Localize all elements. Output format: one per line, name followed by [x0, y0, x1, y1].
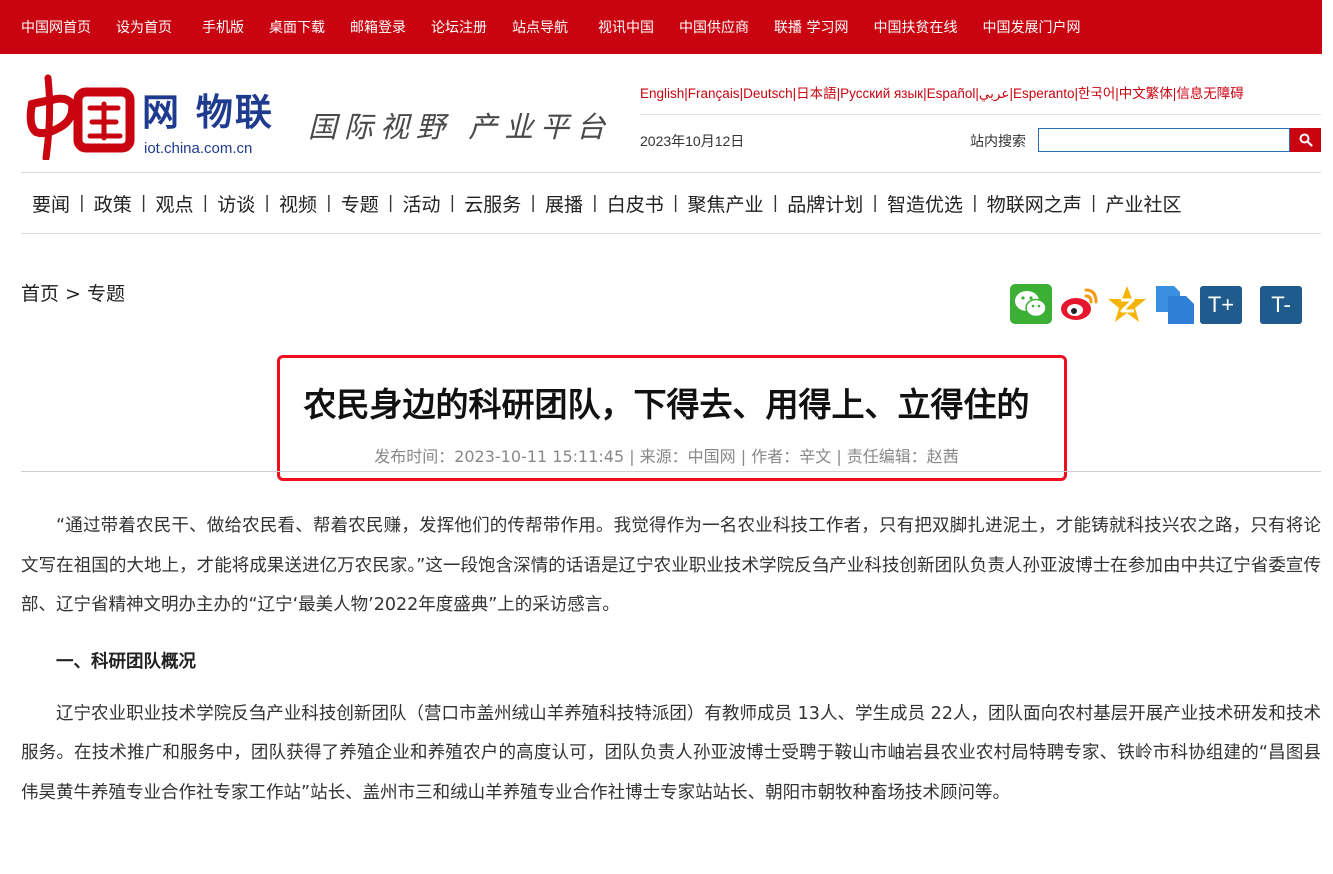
- title-highlight-box: [277, 355, 1067, 481]
- nav-item-topics[interactable]: 专题: [341, 190, 379, 217]
- nav-item-showcase[interactable]: 展播: [545, 190, 583, 217]
- lang-french[interactable]: Français: [688, 86, 740, 101]
- search-input[interactable]: [1038, 128, 1290, 152]
- current-date: 2023年10月12日: [640, 133, 745, 149]
- header-divider: [640, 114, 1321, 115]
- breadcrumb-separator: >: [59, 283, 88, 305]
- top-link-china-supplier[interactable]: 中国供应商: [679, 17, 749, 37]
- lang-german[interactable]: Deutsch: [743, 86, 793, 101]
- lang-spanish[interactable]: Español: [927, 86, 976, 101]
- search-button[interactable]: [1290, 128, 1321, 152]
- logo-iot-name: 网 物联: [142, 91, 274, 134]
- nav-item-iot-voice[interactable]: 物联网之声: [987, 190, 1082, 217]
- nav-item-industry-focus[interactable]: 聚焦产业: [688, 190, 764, 217]
- top-red-bar: 中国网首页 设为首页 手机版 桌面下载 邮箱登录 论坛注册 站点导航 视讯中国 …: [0, 0, 1322, 54]
- weibo-icon: [1061, 288, 1098, 320]
- top-links: 中国网首页 设为首页 手机版 桌面下载 邮箱登录 论坛注册 站点导航 视讯中国 …: [21, 0, 1105, 54]
- nav-item-video[interactable]: 视频: [279, 190, 317, 217]
- article-body: “通过带着农民干、做给农民看、帮着农民赚，发挥他们的传帮带作用。我觉得作为一名农…: [21, 507, 1321, 813]
- lang-russian[interactable]: Русский язык: [840, 86, 923, 101]
- wechat-share-icon[interactable]: [1010, 284, 1052, 324]
- article-section-heading: 一、科研团队概况: [56, 651, 196, 672]
- main-nav: 要闻 | 政策 | 观点 | 访谈 | 视频 | 专题 | 活动 | 云服务 | 展播 | 白皮书…: [21, 173, 1321, 233]
- nav-bottom-divider: [21, 233, 1321, 234]
- nav-item-opinion[interactable]: 观点: [156, 190, 194, 217]
- lang-accessibility[interactable]: 信息无障碍: [1176, 86, 1244, 101]
- nav-item-interview[interactable]: 访谈: [217, 190, 255, 217]
- top-link-set-home[interactable]: 设为首页: [116, 17, 172, 37]
- qzone-star-icon: [1108, 286, 1146, 322]
- breadcrumb-current[interactable]: 专题: [87, 283, 125, 305]
- top-link-lianbo-study[interactable]: 联播 学习网: [774, 17, 848, 37]
- top-link-site-nav[interactable]: 站点导航: [512, 17, 568, 37]
- weibo-share-icon[interactable]: [1058, 284, 1100, 324]
- font-increase-button[interactable]: T+: [1200, 286, 1242, 324]
- wechat-icon: [1010, 284, 1052, 324]
- lang-korean[interactable]: 한국어: [1078, 86, 1115, 101]
- copy-link-icon[interactable]: [1154, 284, 1196, 324]
- top-link-china-home[interactable]: 中国网首页: [21, 17, 91, 37]
- meta-divider: [21, 471, 1321, 472]
- china-net-logo-mark: [26, 74, 135, 160]
- top-link-mobile[interactable]: 手机版: [202, 17, 244, 37]
- nav-item-brand-plan[interactable]: 品牌计划: [787, 190, 863, 217]
- breadcrumb: 首页 > 专题: [21, 279, 125, 306]
- article-paragraph: “通过带着农民干、做给农民看、帮着农民赚，发挥他们的传帮带作用。我觉得作为一名农…: [21, 516, 1321, 615]
- nav-item-events[interactable]: 活动: [403, 190, 441, 217]
- qzone-share-icon[interactable]: [1106, 284, 1148, 324]
- top-link-poverty-online[interactable]: 中国扶贫在线: [873, 17, 957, 37]
- font-decrease-button[interactable]: T-: [1260, 286, 1302, 324]
- nav-item-community[interactable]: 产业社区: [1106, 190, 1182, 217]
- search-label: 站内搜索: [970, 134, 1026, 150]
- language-links: English|Français|Deutsch|日本語|Русский язы…: [640, 86, 1244, 101]
- site-slogan: 国际视野 产业平台: [308, 110, 613, 144]
- lang-esperanto[interactable]: Esperanto: [1013, 86, 1075, 101]
- copy-icon: [1156, 286, 1194, 324]
- lang-arabic[interactable]: عربي: [979, 86, 1010, 101]
- nav-item-cloud-service[interactable]: 云服务: [464, 190, 521, 217]
- top-link-video-china[interactable]: 视讯中国: [598, 17, 654, 37]
- logo-domain: iot.china.com.cn: [144, 140, 253, 157]
- lang-english[interactable]: English: [640, 86, 684, 101]
- lang-traditional-chinese[interactable]: 中文繁体: [1119, 86, 1173, 101]
- lang-japanese[interactable]: 日本語: [796, 86, 837, 101]
- article-paragraph: 辽宁农业职业技术学院反刍产业科技创新团队（营口市盖州绒山羊养殖科技特派团）有教师…: [21, 703, 1321, 803]
- nav-item-news[interactable]: 要闻: [32, 190, 70, 217]
- site-logo[interactable]: 网 物联 iot.china.com.cn: [22, 72, 284, 164]
- nav-item-whitepaper[interactable]: 白皮书: [607, 190, 664, 217]
- nav-item-policy[interactable]: 政策: [94, 190, 132, 217]
- search-icon: [1299, 133, 1313, 147]
- top-link-desktop-download[interactable]: 桌面下载: [269, 17, 325, 37]
- top-link-forum-register[interactable]: 论坛注册: [431, 17, 487, 37]
- top-link-development-portal[interactable]: 中国发展门户网: [982, 17, 1080, 37]
- breadcrumb-home[interactable]: 首页: [21, 283, 59, 305]
- nav-item-smart-selection[interactable]: 智造优选: [887, 190, 963, 217]
- top-link-mail-login[interactable]: 邮箱登录: [350, 17, 406, 37]
